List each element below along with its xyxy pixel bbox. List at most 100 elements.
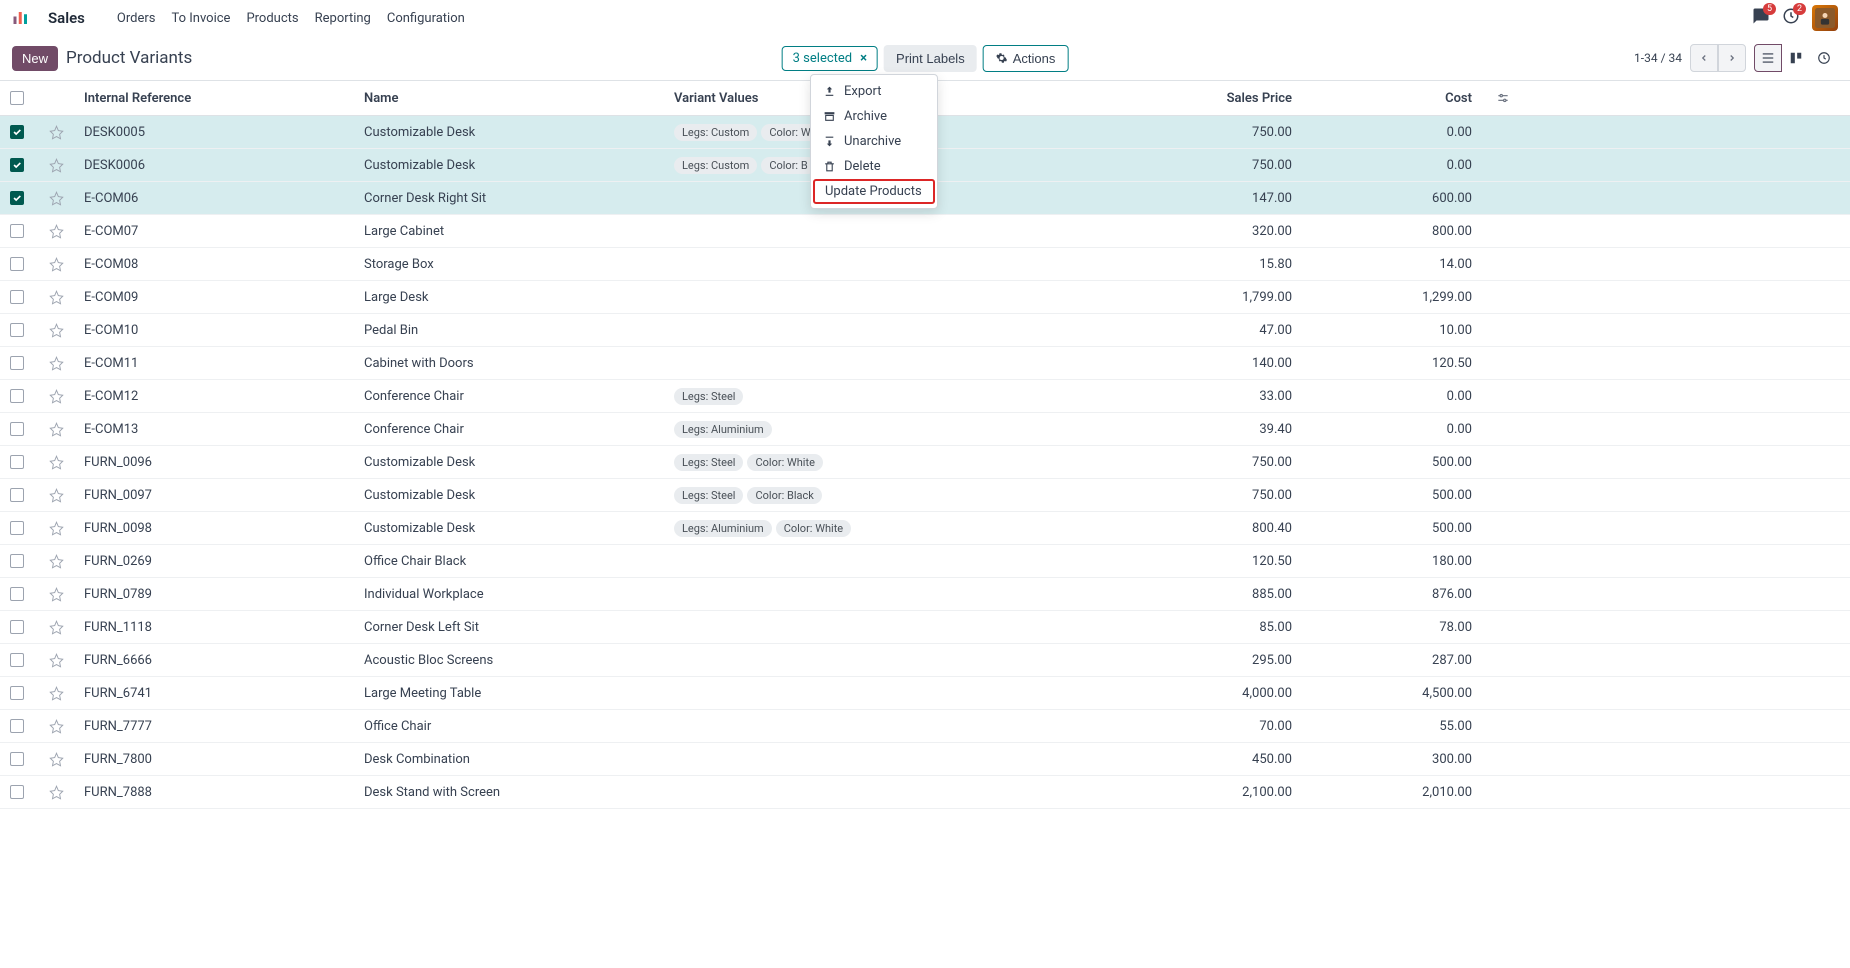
cell-cost: 1,299.00 [1308, 290, 1488, 305]
row-checkbox[interactable] [10, 455, 24, 469]
favorite-star-icon[interactable] [34, 554, 78, 569]
pager-text[interactable]: 1-34 / 34 [1634, 51, 1682, 65]
table-row[interactable]: E-COM09Large Desk1,799.001,299.00 [0, 281, 1850, 314]
action-export[interactable]: Export [811, 79, 937, 104]
favorite-star-icon[interactable] [34, 290, 78, 305]
col-name[interactable]: Name [358, 91, 668, 106]
table-row[interactable]: FURN_6741Large Meeting Table4,000.004,50… [0, 677, 1850, 710]
nav-item[interactable]: Products [246, 11, 298, 26]
favorite-star-icon[interactable] [34, 785, 78, 800]
favorite-star-icon[interactable] [34, 719, 78, 734]
actions-button[interactable]: Actions [983, 45, 1069, 72]
messaging-icon[interactable]: 5 [1752, 7, 1770, 29]
cell-cost: 500.00 [1308, 488, 1488, 503]
table-row[interactable]: E-COM10Pedal Bin47.0010.00 [0, 314, 1850, 347]
table-row[interactable]: E-COM11Cabinet with Doors140.00120.50 [0, 347, 1850, 380]
row-checkbox[interactable] [10, 785, 24, 799]
cell-name: Conference Chair [358, 389, 668, 404]
cell-name: Large Cabinet [358, 224, 668, 239]
favorite-star-icon[interactable] [34, 620, 78, 635]
favorite-star-icon[interactable] [34, 488, 78, 503]
pager-next-button[interactable] [1718, 44, 1746, 72]
favorite-star-icon[interactable] [34, 191, 78, 206]
row-checkbox[interactable] [10, 158, 24, 172]
favorite-star-icon[interactable] [34, 653, 78, 668]
nav-item[interactable]: Orders [117, 11, 156, 26]
cell-cost: 876.00 [1308, 587, 1488, 602]
nav-item[interactable]: Reporting [315, 11, 371, 26]
action-update-products[interactable]: Update Products [813, 179, 935, 204]
row-checkbox[interactable] [10, 257, 24, 271]
favorite-star-icon[interactable] [34, 389, 78, 404]
table-row[interactable]: FURN_7777Office Chair70.0055.00 [0, 710, 1850, 743]
print-labels-button[interactable]: Print Labels [884, 45, 977, 72]
pager-prev-button[interactable] [1690, 44, 1718, 72]
new-button[interactable]: New [12, 46, 58, 71]
cell-sales-price: 2,100.00 [1128, 785, 1308, 800]
cell-internal-reference: FURN_7800 [78, 752, 358, 767]
favorite-star-icon[interactable] [34, 587, 78, 602]
cell-variant-values: Legs: AluminiumColor: White [668, 520, 1128, 537]
select-all-checkbox[interactable] [10, 91, 24, 105]
row-checkbox[interactable] [10, 356, 24, 370]
row-checkbox[interactable] [10, 620, 24, 634]
activities-icon[interactable]: 2 [1782, 7, 1800, 29]
row-checkbox[interactable] [10, 488, 24, 502]
row-checkbox[interactable] [10, 389, 24, 403]
favorite-star-icon[interactable] [34, 257, 78, 272]
table-row[interactable]: FURN_0097Customizable DeskLegs: SteelCol… [0, 479, 1850, 512]
col-cost[interactable]: Cost [1308, 91, 1488, 106]
col-sales-price[interactable]: Sales Price [1128, 91, 1308, 106]
favorite-star-icon[interactable] [34, 356, 78, 371]
app-name[interactable]: Sales [48, 9, 85, 27]
favorite-star-icon[interactable] [34, 521, 78, 536]
row-checkbox[interactable] [10, 422, 24, 436]
column-options-icon[interactable] [1488, 91, 1518, 105]
row-checkbox[interactable] [10, 587, 24, 601]
favorite-star-icon[interactable] [34, 224, 78, 239]
user-avatar[interactable] [1812, 5, 1838, 31]
favorite-star-icon[interactable] [34, 752, 78, 767]
favorite-star-icon[interactable] [34, 686, 78, 701]
table-row[interactable]: FURN_0098Customizable DeskLegs: Aluminiu… [0, 512, 1850, 545]
nav-item[interactable]: Configuration [387, 11, 465, 26]
table-row[interactable]: FURN_0096Customizable DeskLegs: SteelCol… [0, 446, 1850, 479]
row-checkbox[interactable] [10, 719, 24, 733]
table-row[interactable]: E-COM12Conference ChairLegs: Steel33.000… [0, 380, 1850, 413]
table-row[interactable]: FURN_0789Individual Workplace885.00876.0… [0, 578, 1850, 611]
favorite-star-icon[interactable] [34, 125, 78, 140]
table-row[interactable]: FURN_0269Office Chair Black120.50180.00 [0, 545, 1850, 578]
row-checkbox[interactable] [10, 125, 24, 139]
action-archive[interactable]: Archive [811, 104, 937, 129]
favorite-star-icon[interactable] [34, 455, 78, 470]
cell-sales-price: 85.00 [1128, 620, 1308, 635]
row-checkbox[interactable] [10, 521, 24, 535]
action-unarchive[interactable]: Unarchive [811, 129, 937, 154]
table-row[interactable]: E-COM13Conference ChairLegs: Aluminium39… [0, 413, 1850, 446]
nav-item[interactable]: To Invoice [171, 11, 230, 26]
clear-selection-icon[interactable]: × [860, 51, 867, 66]
row-checkbox[interactable] [10, 554, 24, 568]
action-delete[interactable]: Delete [811, 154, 937, 179]
row-checkbox[interactable] [10, 653, 24, 667]
favorite-star-icon[interactable] [34, 422, 78, 437]
table-row[interactable]: FURN_1118Corner Desk Left Sit85.0078.00 [0, 611, 1850, 644]
activity-view-button[interactable] [1810, 44, 1838, 72]
favorite-star-icon[interactable] [34, 323, 78, 338]
col-internal-reference[interactable]: Internal Reference [78, 91, 358, 106]
kanban-view-button[interactable] [1782, 44, 1810, 72]
favorite-star-icon[interactable] [34, 158, 78, 173]
table-row[interactable]: E-COM08Storage Box15.8014.00 [0, 248, 1850, 281]
row-checkbox[interactable] [10, 686, 24, 700]
table-row[interactable]: FURN_7800Desk Combination450.00300.00 [0, 743, 1850, 776]
row-checkbox[interactable] [10, 290, 24, 304]
table-row[interactable]: FURN_6666Acoustic Bloc Screens295.00287.… [0, 644, 1850, 677]
row-checkbox[interactable] [10, 224, 24, 238]
row-checkbox[interactable] [10, 752, 24, 766]
cell-sales-price: 147.00 [1128, 191, 1308, 206]
table-row[interactable]: FURN_7888Desk Stand with Screen2,100.002… [0, 776, 1850, 809]
table-row[interactable]: E-COM07Large Cabinet320.00800.00 [0, 215, 1850, 248]
row-checkbox[interactable] [10, 191, 24, 205]
list-view-button[interactable] [1754, 44, 1782, 72]
row-checkbox[interactable] [10, 323, 24, 337]
